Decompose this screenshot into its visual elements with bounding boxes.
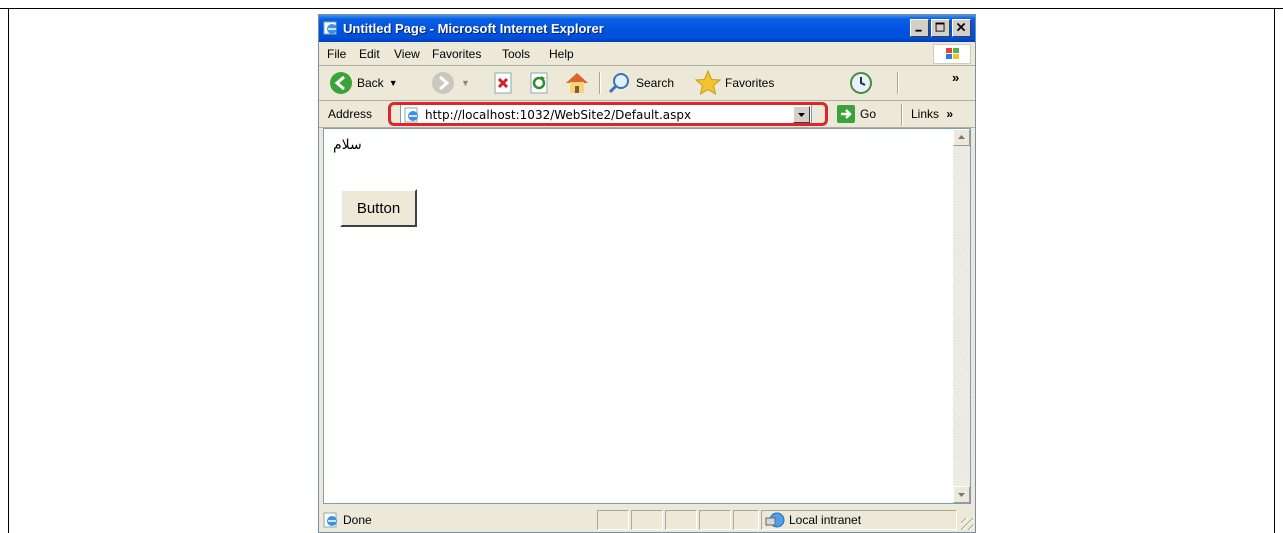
minimize-icon [915, 29, 922, 32]
status-text: Done [343, 513, 372, 527]
close-button[interactable] [952, 19, 971, 37]
status-pane [631, 510, 663, 530]
refresh-icon [530, 72, 548, 94]
links-button[interactable]: Links » [911, 107, 953, 121]
go-arrow-icon [837, 105, 855, 123]
windows-logo-icon [933, 44, 971, 64]
address-highlight-annotation [388, 102, 828, 126]
close-icon [956, 22, 966, 32]
favorites-star-icon [695, 70, 721, 96]
zone-text: Local intranet [789, 513, 862, 527]
menu-file[interactable]: File [327, 47, 346, 61]
forward-arrow-icon [432, 72, 454, 94]
stop-icon [494, 72, 512, 94]
vertical-scrollbar[interactable] [953, 129, 970, 503]
title-bar[interactable]: Untitled Page - Microsoft Internet Explo… [319, 15, 975, 42]
status-pane [665, 510, 697, 530]
arrow-down-icon [958, 493, 965, 497]
address-bar: Address http://localhost:1032/WebSite2/D… [319, 101, 975, 128]
history-button[interactable] [849, 70, 873, 96]
minimize-button[interactable] [910, 19, 929, 37]
toolbar-overflow-chevron[interactable]: » [952, 70, 959, 85]
favorites-button[interactable]: Favorites [695, 70, 774, 96]
maximize-button[interactable] [931, 19, 950, 37]
forward-button[interactable]: ▼ [431, 70, 470, 96]
search-button[interactable]: Search [608, 70, 674, 96]
go-label: Go [860, 107, 877, 121]
scroll-down-button[interactable] [953, 486, 970, 503]
history-icon [850, 72, 872, 94]
resize-grip-icon[interactable] [961, 518, 973, 530]
frame-border-top [0, 8, 1283, 9]
stop-button[interactable] [493, 70, 515, 96]
page-viewport[interactable]: سلام Button [323, 128, 971, 504]
frame-border-right [1274, 8, 1275, 533]
links-label: Links [911, 107, 940, 121]
menu-bar: File Edit View Favorites Tools Help [319, 42, 975, 66]
search-icon [608, 73, 629, 94]
forward-dropdown-icon[interactable]: ▼ [461, 78, 470, 88]
maximize-icon [935, 22, 945, 32]
status-pane [597, 510, 629, 530]
window-title: Untitled Page - Microsoft Internet Explo… [343, 21, 604, 36]
menu-help[interactable]: Help [549, 47, 574, 61]
back-label: Back [357, 76, 384, 90]
scroll-up-button[interactable] [953, 129, 970, 146]
back-button[interactable]: Back ▼ [329, 70, 398, 96]
toolbar-separator [599, 72, 601, 94]
intranet-globe-icon [765, 512, 785, 528]
frame-border-left [8, 8, 9, 533]
menu-view[interactable]: View [394, 47, 420, 61]
go-button[interactable]: Go [837, 105, 876, 123]
status-section: Done [323, 512, 372, 528]
home-icon [566, 73, 588, 93]
status-pane [733, 510, 759, 530]
status-pane [699, 510, 731, 530]
security-zone: Local intranet [765, 512, 861, 528]
home-button[interactable] [564, 70, 590, 96]
arrow-up-icon [958, 135, 965, 139]
status-bar: Done Local intranet [319, 508, 975, 532]
back-dropdown-icon[interactable]: ▼ [389, 78, 398, 88]
standard-toolbar: Back ▼ ▼ Search Favorites » [319, 66, 975, 101]
page-button[interactable]: Button [340, 189, 417, 227]
links-overflow-chevron: » [946, 107, 954, 121]
address-label: Address [328, 107, 373, 121]
ie-icon [323, 20, 339, 36]
menu-edit[interactable]: Edit [359, 47, 380, 61]
menu-tools[interactable]: Tools [502, 47, 530, 61]
refresh-button[interactable] [529, 70, 551, 96]
back-arrow-icon [330, 72, 352, 94]
toolbar-separator [897, 72, 899, 94]
browser-window: Untitled Page - Microsoft Internet Explo… [318, 14, 976, 533]
page-text: سلام [333, 137, 362, 153]
favorites-label: Favorites [725, 76, 775, 90]
address-separator [901, 104, 903, 126]
menu-favorites[interactable]: Favorites [432, 47, 481, 61]
ie-page-icon [323, 512, 337, 528]
search-label: Search [636, 76, 675, 90]
